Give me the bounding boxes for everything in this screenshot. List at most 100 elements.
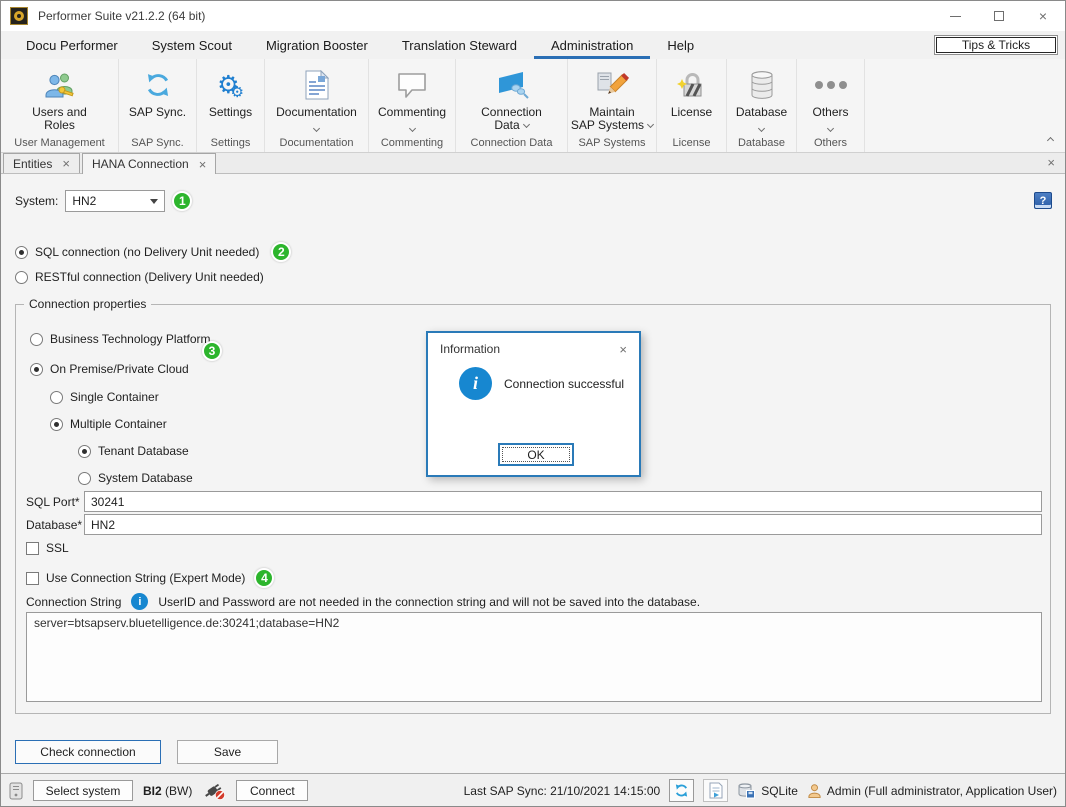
database-label: Database* [26,518,82,532]
tenant-database-row: Tenant Database [78,444,189,458]
menu-system-scout[interactable]: System Scout [135,31,249,59]
tab-close-icon[interactable]: × [199,158,207,171]
ribbon-item-label: Commenting [378,106,446,119]
btp-radio[interactable] [30,333,43,346]
information-icon: i [459,367,492,400]
sql-connection-radio[interactable] [15,246,28,259]
onprem-row: On Premise/Private Cloud [30,362,189,376]
menu-translation-steward[interactable]: Translation Steward [385,31,534,59]
expert-mode-row: Use Connection String (Expert Mode) 4 [26,568,274,588]
maximize-icon [994,11,1004,21]
tab-hana-connection[interactable]: HANA Connection × [82,153,216,174]
menu-bar: Docu Performer System Scout Migration Bo… [1,31,1065,59]
single-container-radio[interactable] [50,391,63,404]
minimize-button[interactable] [933,1,977,31]
multiple-container-row: Multiple Container [50,417,167,431]
maximize-button[interactable] [977,1,1021,31]
menu-docu-performer[interactable]: Docu Performer [9,31,135,59]
select-system-button[interactable]: Select system [33,780,133,801]
sql-port-label: SQL Port* [26,495,80,509]
database-status-label: SQLite [761,784,798,798]
expert-mode-label: Use Connection String (Expert Mode) [46,571,245,585]
ribbon-item-label: ConnectionData [481,106,542,132]
multiple-container-radio[interactable] [50,418,63,431]
ribbon-group-sap-sync[interactable]: SAP Sync. SAP Sync. [119,59,197,152]
restful-connection-label: RESTful connection (Delivery Unit needed… [35,270,264,284]
tab-entities[interactable]: Entities × [3,153,80,173]
connect-button[interactable]: Connect [236,780,308,801]
step-badge-3: 3 [202,341,222,361]
information-dialog: Information × i Connection successful OK [426,331,641,477]
connection-string-note: UserID and Password are not needed in th… [158,595,700,609]
connection-data-icon [495,70,529,100]
sqlite-database-icon [737,783,756,799]
maintain-sap-systems-icon [595,70,629,100]
ok-button[interactable]: OK [498,443,574,466]
step-badge-4: 4 [254,568,274,588]
expert-mode-checkbox[interactable] [26,572,39,585]
ribbon-group-label: SAP Systems [568,137,656,149]
menu-help[interactable]: Help [650,31,711,59]
ribbon-item-label: Others [812,106,848,119]
step-badge-1: 1 [172,191,192,211]
system-database-radio[interactable] [78,472,91,485]
system-dropdown[interactable]: HN2 [65,190,165,212]
minimize-icon [950,16,961,17]
database-icon [749,70,775,100]
close-button[interactable]: × [1021,1,1065,31]
current-system: BI2 (BW) [143,784,192,798]
tips-and-tricks-button[interactable]: Tips & Tricks [934,35,1058,55]
save-button[interactable]: Save [177,740,278,764]
ribbon-group-commenting[interactable]: Commenting Commenting [369,59,456,152]
status-bar: Select system BI2 (BW) Connect Last SAP … [1,773,1065,807]
database-input[interactable] [84,514,1042,535]
ribbon-group-license[interactable]: License License [657,59,727,152]
ribbon-group-connection-data[interactable]: ConnectionData Connection Data [456,59,568,152]
tab-label: HANA Connection [92,157,189,171]
tabstrip-close-icon[interactable]: × [1047,156,1055,169]
disconnected-plug-icon [202,781,226,801]
tab-label: Entities [13,157,52,171]
onprem-radio[interactable] [30,363,43,376]
chevron-down-icon [408,125,415,132]
ribbon-group-settings[interactable]: ⚙⚙ Settings Settings [197,59,265,152]
restful-connection-radio[interactable] [15,271,28,284]
others-dots-icon [815,81,847,89]
tenant-database-radio[interactable] [78,445,91,458]
ribbon-group-others[interactable]: Others Others [797,59,865,152]
ribbon-group-sap-systems[interactable]: MaintainSAP Systems SAP Systems [568,59,657,152]
ribbon-group-user-management[interactable]: Users andRoles User Management [1,59,119,152]
chevron-down-icon [647,121,654,128]
chevron-down-icon [150,199,158,204]
sap-sync-button[interactable] [669,779,694,802]
check-connection-button[interactable]: Check connection [15,740,161,764]
title-bar: Performer Suite v21.2.2 (64 bit) × [1,1,1065,31]
tab-close-icon[interactable]: × [62,157,70,170]
info-icon[interactable]: i [131,593,148,610]
user-status-label: Admin (Full administrator, Application U… [827,784,1057,798]
user-status: Admin (Full administrator, Application U… [807,783,1057,799]
ribbon-group-documentation[interactable]: Documentation Documentation [265,59,369,152]
ribbon-group-database[interactable]: Database Database [727,59,797,152]
connection-string-textarea[interactable]: server=btsapserv.bluetelligence.de:30241… [26,612,1042,702]
sync-icon [674,783,689,798]
ribbon-item-label: License [671,106,712,119]
single-container-row: Single Container [50,390,159,404]
sql-connection-row: SQL connection (no Delivery Unit needed)… [15,242,291,262]
ssl-checkbox[interactable] [26,542,39,555]
ribbon-group-label: SAP Sync. [119,137,196,149]
dialog-close-icon[interactable]: × [619,343,627,356]
menu-migration-booster[interactable]: Migration Booster [249,31,385,59]
ribbon-item-label: Settings [209,106,252,119]
ribbon-collapse-button[interactable] [1048,130,1053,144]
menu-administration[interactable]: Administration [534,31,650,59]
sql-port-input[interactable] [84,491,1042,512]
window-title: Performer Suite v21.2.2 (64 bit) [38,9,205,23]
chevron-down-icon [827,125,834,132]
app-window: Performer Suite v21.2.2 (64 bit) × Docu … [0,0,1066,807]
help-icon[interactable]: ? [1034,192,1052,209]
ribbon-group-label: Documentation [265,137,368,149]
sync-log-button[interactable] [703,779,728,802]
ribbon-item-label: Database [736,106,787,119]
dialog-message: Connection successful [504,377,624,391]
